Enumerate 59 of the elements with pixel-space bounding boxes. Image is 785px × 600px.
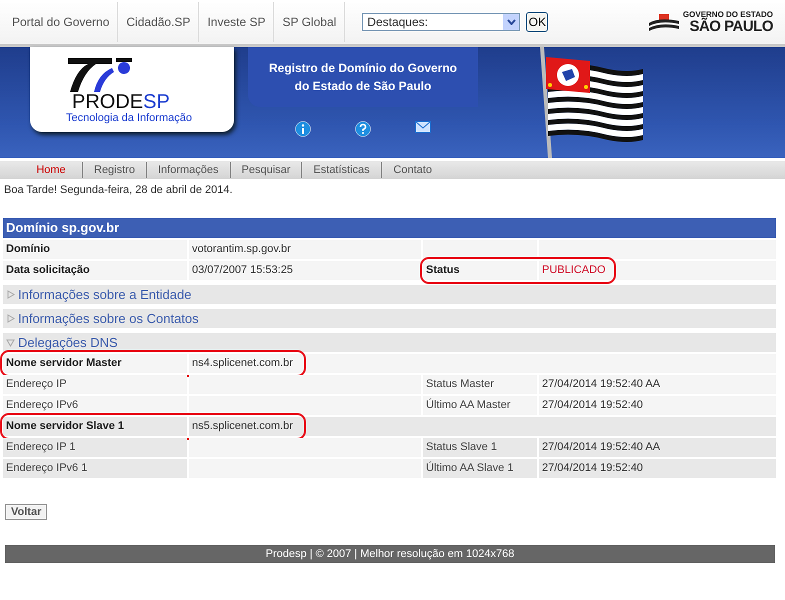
section-title: Informações sobre a Entidade: [18, 287, 192, 302]
chevron-down-icon: [506, 19, 516, 25]
field-value: 27/04/2014 19:52:40: [539, 459, 776, 478]
section-header[interactable]: Delegações DNS: [3, 333, 776, 352]
top-link[interactable]: Cidadão.SP: [118, 2, 200, 42]
site-title: do Estado de São Paulo: [294, 78, 432, 95]
field-value: 03/07/2007 15:53:25: [189, 261, 421, 280]
back-button[interactable]: Voltar: [5, 504, 48, 520]
field-value: ns5.splicenet.com.br: [189, 417, 776, 436]
section-title: Informações sobre os Contatos: [18, 311, 199, 326]
section-header[interactable]: Informações sobre os Contatos: [3, 309, 776, 328]
logo-text: PRODESP: [72, 92, 171, 112]
nav-tab[interactable]: Home: [20, 162, 83, 178]
nav-tab[interactable]: Contato: [382, 162, 444, 178]
section-header[interactable]: Informações sobre a Entidade: [3, 285, 776, 304]
logo-text: GOVERNO DO ESTADO: [682, 10, 773, 18]
logo-text: SÃO PAULO: [689, 18, 773, 34]
caret-right-icon: [6, 290, 15, 299]
panel-title: Domínio sp.gov.br: [3, 218, 776, 238]
field-label: Domínio: [3, 240, 187, 259]
top-link[interactable]: Portal do Governo: [4, 2, 118, 42]
field-label: Último AA Slave 1: [423, 459, 537, 478]
nav-tab[interactable]: Registro: [83, 162, 147, 178]
field-label: Último AA Master: [423, 396, 537, 415]
highlights-select[interactable]: Destaques:: [362, 13, 520, 31]
section-title: Delegações DNS: [18, 335, 118, 350]
field-value: 27/04/2014 19:52:40: [539, 396, 776, 415]
status-value: PUBLICADO: [539, 261, 776, 280]
field-label: Status Slave 1: [423, 438, 537, 457]
nav-tab[interactable]: Informações: [146, 162, 230, 178]
top-link[interactable]: Investe SP: [199, 2, 274, 42]
field-label: Endereço IPv6 1: [3, 459, 187, 478]
field-value: ns4.splicenet.com.br: [189, 354, 776, 373]
field-value: 27/04/2014 19:52:40 AA: [539, 375, 776, 394]
caret-right-icon: [6, 314, 15, 323]
field-label: Status: [423, 261, 537, 280]
ok-button[interactable]: OK: [526, 12, 548, 32]
footer-bar: Prodesp | © 2007 | Melhor resolução em 1024x768: [5, 545, 775, 563]
mail-icon[interactable]: [415, 121, 431, 133]
field-label: Nome servidor Master: [3, 354, 187, 373]
caret-down-icon: [6, 338, 15, 347]
field-label: Data solicitação: [3, 261, 187, 280]
nav-tab[interactable]: Pesquisar: [230, 162, 302, 178]
field-value: 27/04/2014 19:52:40 AA: [539, 438, 776, 457]
field-value: votorantim.sp.gov.br: [189, 240, 421, 259]
top-link[interactable]: SP Global: [274, 2, 346, 42]
seven-logo-icon: [66, 56, 134, 92]
field-label: Endereço IP: [3, 375, 187, 394]
stripes-emblem-icon: [648, 11, 679, 33]
field-label: Endereço IP 1: [3, 438, 187, 457]
site-title: Registro de Domínio do Governo: [268, 60, 457, 77]
logo-tagline: Tecnologia da Informação: [66, 112, 193, 124]
nav-tab[interactable]: Estatísticas: [302, 162, 382, 178]
greeting-text: Boa Tarde! Segunda-feira, 28 de abril de 2014.: [4, 184, 234, 196]
field-label: Nome servidor Slave 1: [3, 417, 187, 436]
help-icon[interactable]: [355, 121, 371, 137]
field-label: Status Master: [423, 375, 537, 394]
info-icon[interactable]: [295, 121, 311, 137]
field-label: Endereço IPv6: [3, 396, 187, 415]
